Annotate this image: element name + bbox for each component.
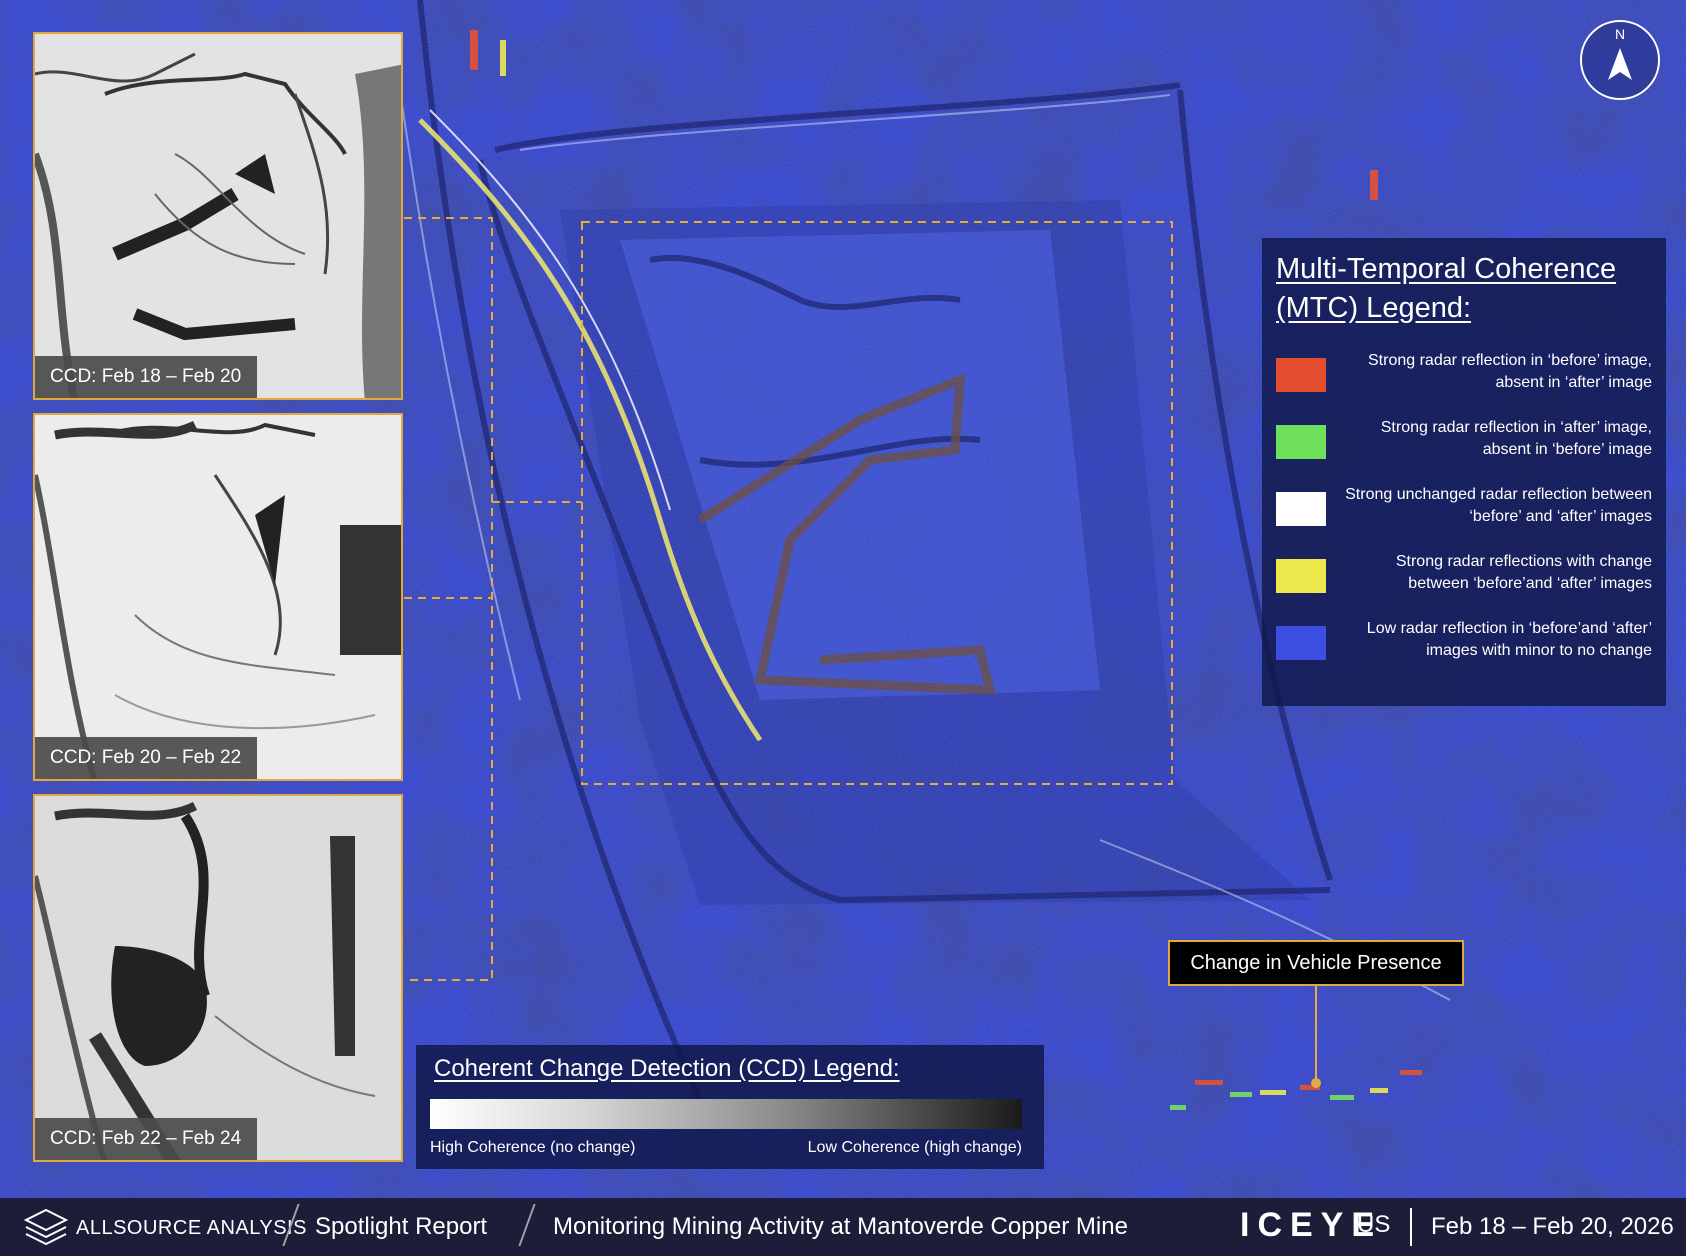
partner-suffix: US <box>1357 1211 1391 1238</box>
legend-swatch-red <box>1276 358 1326 392</box>
ccd-inset-3: CCD: Feb 22 – Feb 24 <box>33 794 403 1162</box>
mtc-legend-item: Strong radar reflection in ‘before’ imag… <box>1276 350 1652 402</box>
ccd-inset-3-image <box>35 796 401 1160</box>
north-arrow: N <box>1580 20 1660 100</box>
legend-label: Strong radar reflection in ‘before’ imag… <box>1368 352 1652 391</box>
inset-caption: CCD: Feb 18 – Feb 20 <box>35 356 258 398</box>
divider <box>1410 1208 1412 1246</box>
report-type: Spotlight Report <box>315 1213 488 1240</box>
north-arrow-icon <box>1608 48 1632 80</box>
legend-swatch-yellow <box>1276 559 1326 593</box>
ccd-legend: Coherent Change Detection (CCD) Legend: … <box>416 1045 1044 1169</box>
date-range: Feb 18 – Feb 20, 2026 <box>1431 1213 1674 1240</box>
coherence-gradient-bar <box>430 1099 1022 1129</box>
inset-caption: CCD: Feb 22 – Feb 24 <box>35 1118 258 1160</box>
legend-swatch-blue <box>1276 626 1326 660</box>
high-coherence-label: High Coherence (no change) <box>430 1139 636 1156</box>
ccd-inset-1: CCD: Feb 18 – Feb 20 <box>33 32 403 400</box>
footer-bar: ALLSOURCE ANALYSIS Spotlight Report Moni… <box>0 1198 1686 1256</box>
mtc-legend-item: Low radar reflection in ‘before’and ‘aft… <box>1276 618 1652 670</box>
legend-label: Strong unchanged radar reflection betwee… <box>1345 486 1652 525</box>
divider <box>518 1204 536 1246</box>
legend-label: Low radar reflection in ‘before’and ‘aft… <box>1366 620 1652 659</box>
legend-swatch-green <box>1276 425 1326 459</box>
legend-label: Strong radar reflections with change bet… <box>1395 553 1652 592</box>
allsource-logo-icon <box>24 1208 68 1246</box>
mtc-legend: Multi-Temporal Coherence (MTC) Legend: S… <box>1262 238 1666 706</box>
mtc-legend-item: Strong radar reflection in ‘after’ image… <box>1276 417 1652 469</box>
vehicle-presence-callout: Change in Vehicle Presence <box>1168 940 1464 986</box>
ccd-inset-2: CCD: Feb 20 – Feb 22 <box>33 413 403 781</box>
inset-caption: CCD: Feb 20 – Feb 22 <box>35 737 258 779</box>
brand-name: ALLSOURCE ANALYSIS <box>76 1217 307 1239</box>
report-slide: CCD: Feb 18 – Feb 20 CCD: Feb 20 – Feb 2… <box>0 0 1686 1256</box>
report-title: Monitoring Mining Activity at Mantoverde… <box>553 1213 1128 1240</box>
mtc-legend-item: Strong unchanged radar reflection betwee… <box>1276 484 1652 536</box>
mtc-legend-item: Strong radar reflections with change bet… <box>1276 551 1652 603</box>
mtc-legend-title: Multi-Temporal Coherence (MTC) Legend: <box>1276 253 1617 324</box>
legend-label: Strong radar reflection in ‘after’ image… <box>1380 419 1652 458</box>
ccd-legend-title: Coherent Change Detection (CCD) Legend: <box>434 1055 900 1082</box>
ccd-inset-1-image <box>35 34 401 398</box>
legend-swatch-white <box>1276 492 1326 526</box>
low-coherence-label: Low Coherence (high change) <box>807 1139 1022 1156</box>
ccd-inset-2-image <box>35 415 401 779</box>
